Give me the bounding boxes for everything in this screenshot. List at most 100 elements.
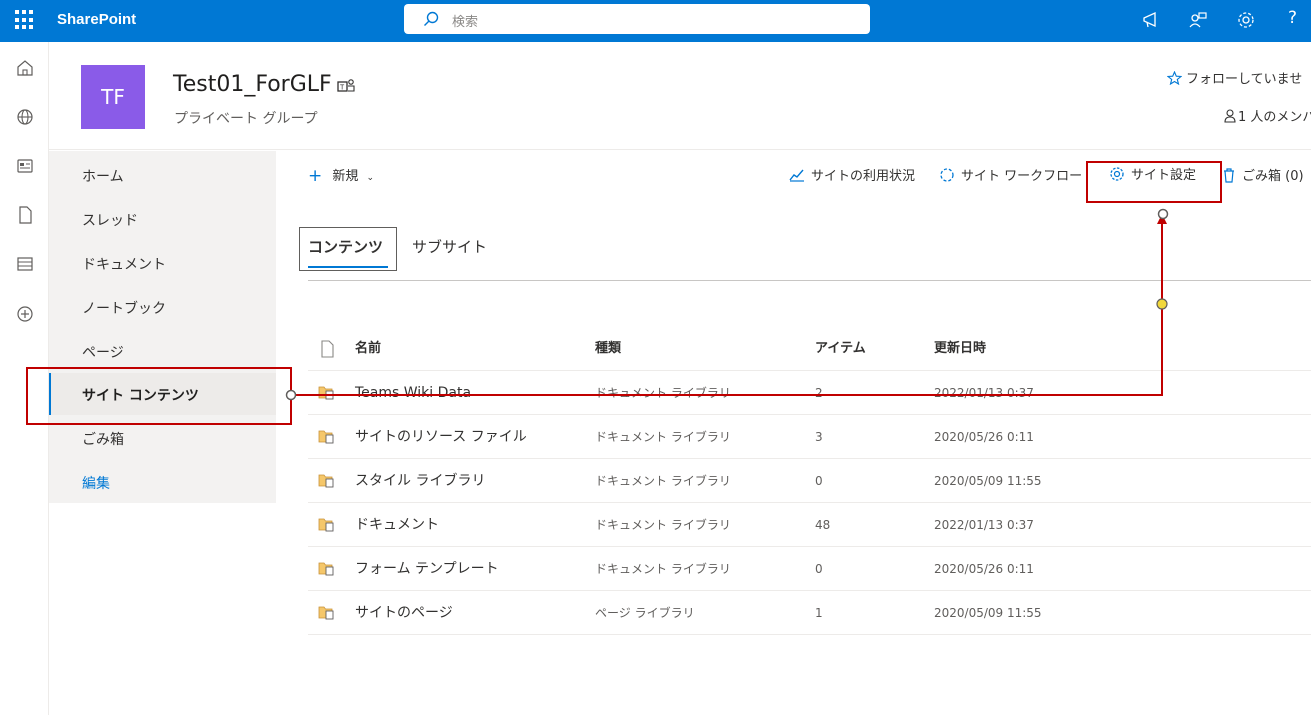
lists-icon[interactable]: [15, 254, 35, 274]
library-icon: [318, 386, 334, 400]
row-type: ドキュメント ライブラリ: [595, 386, 731, 400]
globe-icon[interactable]: [15, 107, 35, 127]
row-modified: 2022/01/13 0:37: [934, 386, 1034, 400]
row-type: ドキュメント ライブラリ: [595, 430, 731, 444]
search-box[interactable]: 検索: [404, 4, 870, 34]
new-button[interactable]: + 新規 ⌄: [308, 165, 374, 186]
gear-icon: [1110, 167, 1124, 181]
recycle-bin-label: ごみ箱 (0): [1242, 169, 1304, 184]
person-icon: [1224, 109, 1236, 123]
site-header: TF Test01_ForGLF T プライベート グループ フォローしていませ…: [49, 42, 1311, 150]
nav-item-pages[interactable]: ページ: [82, 342, 124, 362]
nav-item-home[interactable]: ホーム: [82, 166, 124, 186]
site-settings-button[interactable]: サイト設定: [1109, 164, 1196, 183]
help-icon[interactable]: ?: [1288, 8, 1297, 28]
gear-icon[interactable]: [1236, 10, 1256, 30]
table-row[interactable]: Teams Wiki Data ドキュメント ライブラリ 2 2022/01/13 0…: [308, 371, 1311, 415]
column-header-modified[interactable]: 更新日時: [934, 327, 986, 371]
workflow-icon: [940, 168, 954, 182]
row-item-count: 48: [815, 518, 831, 532]
row-type: ドキュメント ライブラリ: [595, 562, 731, 576]
chart-icon: [789, 169, 804, 182]
plus-icon: +: [308, 166, 323, 186]
follow-button[interactable]: フォローしていませ: [1166, 68, 1303, 87]
nav-item-recycle-bin[interactable]: ごみ箱: [82, 429, 124, 449]
members-button[interactable]: 1 人のメンバ: [1224, 106, 1311, 125]
site-workflow-button[interactable]: サイト ワークフロー: [939, 165, 1082, 184]
row-item-count: 3: [815, 430, 823, 444]
site-title[interactable]: Test01_ForGLF: [173, 72, 332, 97]
tab-active-underline: [308, 266, 388, 268]
news-icon[interactable]: [15, 156, 35, 176]
command-bar: + 新規 ⌄ サイトの利用状況 サイト ワークフロー サイト設定 ごみ箱 (0): [276, 151, 1311, 195]
row-item-count: 0: [815, 474, 823, 488]
nav-item-site-contents[interactable]: サイト コンテンツ: [82, 385, 199, 405]
feedback-icon[interactable]: [1188, 10, 1208, 30]
megaphone-icon[interactable]: [1141, 10, 1161, 30]
site-settings-label: サイト設定: [1131, 168, 1197, 183]
teams-icon[interactable]: T: [337, 78, 355, 94]
home-icon[interactable]: [15, 58, 35, 78]
row-name[interactable]: フォーム テンプレート: [355, 547, 499, 591]
row-modified: 2020/05/26 0:11: [934, 430, 1034, 444]
chevron-down-icon: ⌄: [366, 173, 375, 183]
library-icon: [318, 474, 334, 488]
site-subtitle: プライベート グループ: [174, 111, 318, 127]
library-icon: [318, 606, 334, 620]
star-icon: [1166, 70, 1183, 86]
library-icon: [318, 562, 334, 576]
site-navigation: ホーム スレッド ドキュメント ノートブック ページ サイト コンテンツ ごみ箱…: [49, 151, 276, 503]
row-item-count: 2: [815, 386, 823, 400]
table-row[interactable]: フォーム テンプレート ドキュメント ライブラリ 0 2020/05/26 0:11: [308, 547, 1311, 591]
site-logo[interactable]: TF: [81, 65, 145, 129]
site-usage-label: サイトの利用状況: [811, 169, 916, 184]
row-modified: 2022/01/13 0:37: [934, 518, 1034, 532]
pivot-separator: [308, 280, 1311, 281]
members-label: 1 人のメンバ: [1238, 110, 1311, 125]
row-name[interactable]: スタイル ライブラリ: [355, 459, 485, 503]
column-header-items[interactable]: アイテム: [815, 327, 866, 371]
nav-item-documents[interactable]: ドキュメント: [82, 254, 166, 274]
tab-contents[interactable]: コンテンツ: [308, 236, 383, 257]
column-header-name[interactable]: 名前: [355, 327, 381, 371]
nav-item-notebook[interactable]: ノートブック: [82, 298, 166, 318]
row-modified: 2020/05/09 11:55: [934, 606, 1042, 620]
app-name[interactable]: SharePoint: [57, 11, 136, 28]
row-modified: 2020/05/26 0:11: [934, 562, 1034, 576]
tab-subsites[interactable]: サブサイト: [412, 236, 487, 257]
recycle-bin-button[interactable]: ごみ箱 (0): [1222, 165, 1304, 184]
row-name[interactable]: Teams Wiki Data: [355, 371, 471, 415]
site-usage-button[interactable]: サイトの利用状況: [789, 165, 915, 184]
trash-icon: [1224, 168, 1234, 183]
table-row[interactable]: スタイル ライブラリ ドキュメント ライブラリ 0 2020/05/09 11:55: [308, 459, 1311, 503]
table-header-row: 名前 種類 アイテム 更新日時: [308, 327, 1311, 371]
follow-label: フォローしていませ: [1186, 72, 1303, 87]
table-row[interactable]: サイトのリソース ファイル ドキュメント ライブラリ 3 2020/05/26 0:1…: [308, 415, 1311, 459]
search-icon: [424, 11, 439, 26]
row-name[interactable]: ドキュメント: [355, 503, 439, 547]
row-type: ドキュメント ライブラリ: [595, 518, 731, 532]
table-row[interactable]: ドキュメント ドキュメント ライブラリ 48 2022/01/13 0:37: [308, 503, 1311, 547]
row-name[interactable]: サイトのリソース ファイル: [355, 415, 527, 459]
app-launcher-icon[interactable]: [15, 10, 35, 30]
file-type-icon[interactable]: [318, 340, 336, 358]
column-header-type[interactable]: 種類: [595, 327, 621, 371]
row-modified: 2020/05/09 11:55: [934, 474, 1042, 488]
library-icon: [318, 430, 334, 444]
app-rail: [0, 42, 49, 715]
library-icon: [318, 518, 334, 532]
nav-item-threads[interactable]: スレッド: [82, 210, 138, 230]
search-placeholder: 検索: [452, 15, 479, 30]
row-type: ページ ライブラリ: [595, 606, 695, 620]
new-label: 新規: [332, 169, 359, 184]
nav-edit-link[interactable]: 編集: [82, 473, 110, 493]
suite-bar: SharePoint 検索 ?: [0, 0, 1311, 42]
row-name[interactable]: サイトのページ: [355, 591, 453, 635]
row-item-count: 1: [815, 606, 823, 620]
site-workflow-label: サイト ワークフロー: [961, 169, 1083, 184]
file-icon[interactable]: [15, 205, 35, 225]
table-row[interactable]: サイトのページ ページ ライブラリ 1 2020/05/09 11:55: [308, 591, 1311, 635]
svg-text:T: T: [340, 85, 345, 92]
row-type: ドキュメント ライブラリ: [595, 474, 731, 488]
create-icon[interactable]: [15, 304, 35, 324]
